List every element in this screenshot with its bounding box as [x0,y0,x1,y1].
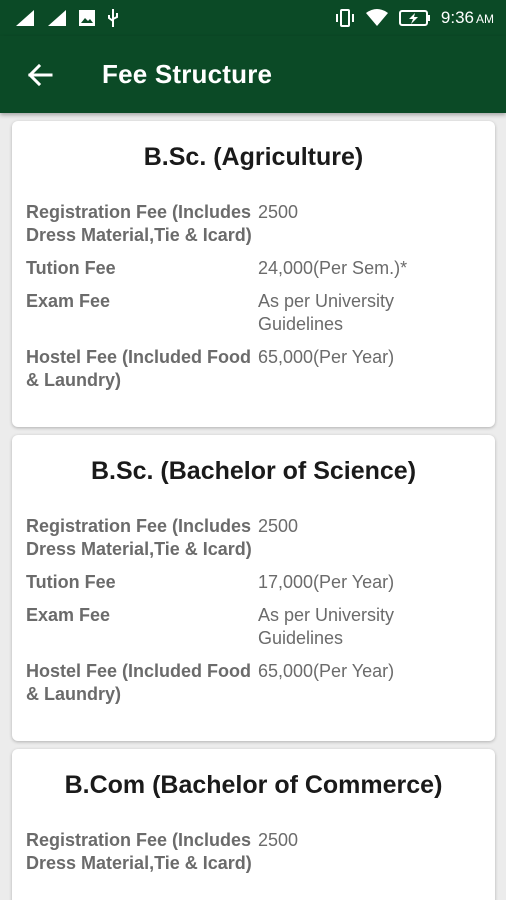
fee-value: 17,000(Per Year) [258,572,395,592]
course-title: B.Sc. (Bachelor of Science) [90,457,417,485]
fee-label: Registration Fee (Includes Dress Materia… [26,516,252,559]
fee-row-exam: Exam Fee As per University Guidelines [12,290,495,336]
fee-label: Tution Fee [26,258,116,278]
fee-value: 2500 [258,202,299,222]
status-bar: 9:36 AM [0,0,506,36]
fee-label: Exam Fee [26,291,111,311]
wifi-icon [365,9,388,26]
status-bar-left [14,8,120,28]
status-bar-right: 9:36 AM [335,8,494,28]
fee-list[interactable]: B.Sc. (Agriculture) Registration Fee (In… [0,113,506,900]
fee-row-registration: Registration Fee (Includes Dress Materia… [12,515,495,561]
fee-value: 65,000(Per Year) [258,661,395,681]
fee-label: Exam Fee [26,605,111,625]
fee-row-exam: Exam Fee As per University Guidelines [12,604,495,650]
course-card-bcom: B.Com (Bachelor of Commerce) Registratio… [12,749,495,900]
signal-2-icon [48,10,66,26]
course-card-bsc-agriculture: B.Sc. (Agriculture) Registration Fee (In… [12,121,495,427]
fee-row-tuition: Tution Fee 24,000(Per Sem.)* [12,257,495,280]
usb-icon [108,9,118,27]
fee-label: Hostel Fee (Included Food & Laundry) [26,661,252,704]
fee-value: As per University Guidelines [258,291,395,334]
clock-ampm: AM [476,12,494,26]
back-arrow-icon [27,63,53,86]
course-card-bsc-science: B.Sc. (Bachelor of Science) Registration… [12,435,495,741]
fee-row-hostel: Hostel Fee (Included Food & Laundry) 65,… [12,346,495,392]
clock: 9:36 AM [441,8,494,28]
fee-value: As per University Guidelines [258,605,395,648]
fee-label: Registration Fee (Includes Dress Materia… [26,830,252,873]
battery-charging-icon [398,10,430,26]
fee-label: Tution Fee [26,572,116,592]
clock-time: 9:36 [440,8,474,27]
fee-value: 65,000(Per Year) [258,347,395,367]
image-icon [79,10,95,26]
app-bar: Fee Structure [0,36,506,113]
fee-row-hostel: Hostel Fee (Included Food & Laundry) 65,… [12,660,495,706]
back-button[interactable] [0,36,80,113]
fee-value: 2500 [258,516,299,536]
fee-value: 24,000(Per Sem.)* [258,258,408,278]
fee-row-tuition: Tution Fee 17,000(Per Year) [12,571,495,594]
fee-label: Hostel Fee (Included Food & Laundry) [26,347,252,390]
course-title: B.Sc. (Agriculture) [143,143,364,171]
fee-value: 2500 [258,830,299,850]
page-title: Fee Structure [102,59,273,89]
fee-row-registration: Registration Fee (Includes Dress Materia… [12,201,495,247]
fee-row-registration: Registration Fee (Includes Dress Materia… [12,829,495,875]
signal-1-icon [16,10,34,26]
vibrate-icon [335,9,354,27]
fee-label: Registration Fee (Includes Dress Materia… [26,202,252,245]
course-title: B.Com (Bachelor of Commerce) [64,771,443,799]
